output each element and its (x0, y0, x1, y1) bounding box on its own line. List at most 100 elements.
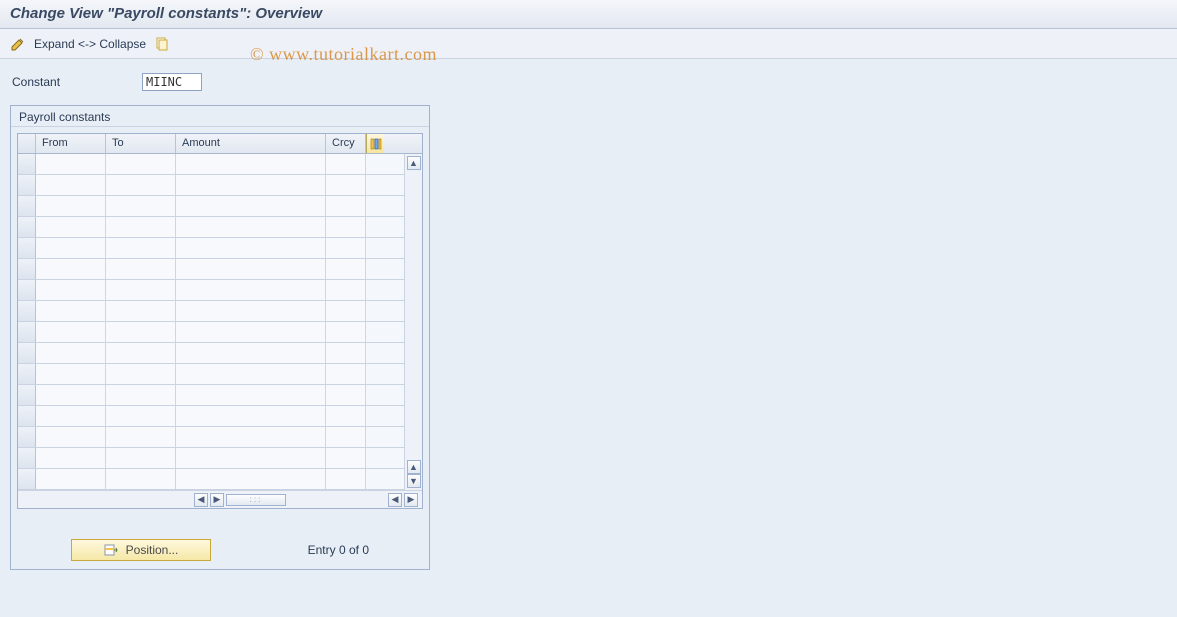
horizontal-scrollbar[interactable]: ◀ ▶ ::: ◀ ▶ (18, 490, 422, 508)
table-row[interactable] (18, 427, 404, 448)
scroll-down-icon[interactable]: ▼ (407, 474, 421, 488)
cell-to[interactable] (106, 427, 176, 447)
row-selector[interactable] (18, 259, 36, 279)
table-row[interactable] (18, 364, 404, 385)
cell-amount[interactable] (176, 448, 326, 468)
cell-from[interactable] (36, 175, 106, 195)
configure-columns-icon[interactable] (366, 134, 384, 153)
cell-crcy[interactable] (326, 343, 366, 363)
cell-amount[interactable] (176, 259, 326, 279)
row-selector[interactable] (18, 238, 36, 258)
table-row[interactable] (18, 469, 404, 490)
cell-crcy[interactable] (326, 280, 366, 300)
cell-to[interactable] (106, 343, 176, 363)
row-selector[interactable] (18, 469, 36, 489)
table-row[interactable] (18, 175, 404, 196)
row-selector[interactable] (18, 175, 36, 195)
cell-to[interactable] (106, 469, 176, 489)
cell-amount[interactable] (176, 364, 326, 384)
copy-icon[interactable] (154, 36, 170, 52)
scroll-down-small-icon[interactable]: ▲ (407, 460, 421, 474)
cell-to[interactable] (106, 364, 176, 384)
cell-amount[interactable] (176, 238, 326, 258)
cell-from[interactable] (36, 238, 106, 258)
cell-amount[interactable] (176, 175, 326, 195)
row-selector[interactable] (18, 448, 36, 468)
cell-from[interactable] (36, 154, 106, 174)
cell-amount[interactable] (176, 406, 326, 426)
scroll-right-inner-icon[interactable]: ▶ (210, 493, 224, 507)
cell-amount[interactable] (176, 154, 326, 174)
hscroll-thumb[interactable]: ::: (226, 494, 286, 506)
cell-crcy[interactable] (326, 364, 366, 384)
cell-crcy[interactable] (326, 469, 366, 489)
row-selector[interactable] (18, 385, 36, 405)
table-row[interactable] (18, 385, 404, 406)
cell-crcy[interactable] (326, 406, 366, 426)
table-row[interactable] (18, 154, 404, 175)
cell-crcy[interactable] (326, 217, 366, 237)
cell-from[interactable] (36, 343, 106, 363)
cell-amount[interactable] (176, 427, 326, 447)
scroll-right-icon[interactable]: ▶ (404, 493, 418, 507)
cell-crcy[interactable] (326, 196, 366, 216)
cell-to[interactable] (106, 406, 176, 426)
row-selector[interactable] (18, 343, 36, 363)
cell-to[interactable] (106, 259, 176, 279)
cell-to[interactable] (106, 175, 176, 195)
cell-from[interactable] (36, 259, 106, 279)
cell-crcy[interactable] (326, 175, 366, 195)
table-row[interactable] (18, 301, 404, 322)
cell-amount[interactable] (176, 301, 326, 321)
cell-crcy[interactable] (326, 448, 366, 468)
column-header-to[interactable]: To (106, 134, 176, 153)
scroll-up-icon[interactable]: ▲ (407, 156, 421, 170)
column-header-amount[interactable]: Amount (176, 134, 326, 153)
row-selector[interactable] (18, 154, 36, 174)
cell-from[interactable] (36, 406, 106, 426)
cell-from[interactable] (36, 427, 106, 447)
column-header-crcy[interactable]: Crcy (326, 134, 366, 153)
table-row[interactable] (18, 238, 404, 259)
cell-to[interactable] (106, 322, 176, 342)
table-row[interactable] (18, 217, 404, 238)
table-row[interactable] (18, 343, 404, 364)
position-button[interactable]: Position... (71, 539, 211, 561)
cell-from[interactable] (36, 385, 106, 405)
expand-collapse-button[interactable]: Expand <-> Collapse (34, 37, 146, 51)
scroll-left-end-icon[interactable]: ◀ (388, 493, 402, 507)
cell-amount[interactable] (176, 469, 326, 489)
cell-from[interactable] (36, 196, 106, 216)
row-selector[interactable] (18, 406, 36, 426)
cell-crcy[interactable] (326, 259, 366, 279)
table-row[interactable] (18, 406, 404, 427)
cell-crcy[interactable] (326, 427, 366, 447)
cell-amount[interactable] (176, 343, 326, 363)
cell-to[interactable] (106, 238, 176, 258)
cell-amount[interactable] (176, 280, 326, 300)
cell-from[interactable] (36, 469, 106, 489)
cell-to[interactable] (106, 301, 176, 321)
table-row[interactable] (18, 196, 404, 217)
row-selector[interactable] (18, 322, 36, 342)
cell-crcy[interactable] (326, 385, 366, 405)
row-selector[interactable] (18, 280, 36, 300)
row-selector[interactable] (18, 196, 36, 216)
column-header-from[interactable]: From (36, 134, 106, 153)
cell-to[interactable] (106, 280, 176, 300)
cell-crcy[interactable] (326, 154, 366, 174)
row-selector[interactable] (18, 364, 36, 384)
cell-to[interactable] (106, 385, 176, 405)
cell-amount[interactable] (176, 322, 326, 342)
cell-from[interactable] (36, 448, 106, 468)
table-row[interactable] (18, 280, 404, 301)
cell-crcy[interactable] (326, 301, 366, 321)
cell-to[interactable] (106, 154, 176, 174)
cell-amount[interactable] (176, 385, 326, 405)
cell-crcy[interactable] (326, 238, 366, 258)
cell-amount[interactable] (176, 196, 326, 216)
cell-from[interactable] (36, 364, 106, 384)
table-row[interactable] (18, 259, 404, 280)
table-row[interactable] (18, 448, 404, 469)
row-selector[interactable] (18, 217, 36, 237)
